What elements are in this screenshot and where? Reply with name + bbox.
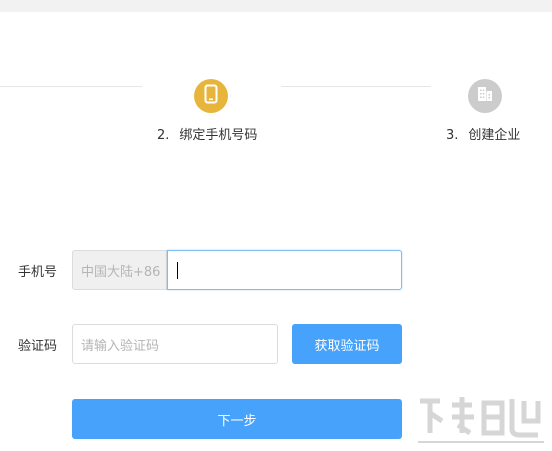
code-label: 验证码 — [18, 339, 58, 354]
building-icon — [476, 85, 494, 107]
phone-prefix-select[interactable]: 中国大陆+86 — [72, 250, 167, 290]
text-caret — [177, 262, 178, 279]
step-connector-middle — [281, 86, 431, 87]
step-3-text: 创建企业 — [468, 128, 521, 143]
top-bar — [0, 0, 552, 12]
get-code-button[interactable]: 获取验证码 — [292, 324, 402, 364]
step-3-label: 3. 创建企业 — [446, 124, 520, 143]
phone-icon — [204, 84, 218, 108]
phone-input[interactable] — [167, 250, 402, 290]
step-connector-left — [0, 86, 142, 87]
step-3-indicator — [468, 79, 502, 113]
phone-label: 手机号 — [18, 265, 58, 280]
step-2-number: 2. — [157, 128, 170, 143]
next-button[interactable]: 下一步 — [72, 399, 402, 439]
step-2-text: 绑定手机号码 — [179, 128, 258, 143]
step-2-indicator — [194, 79, 228, 113]
step-3-number: 3. — [446, 128, 459, 143]
watermark-logo — [418, 397, 544, 443]
step-2-label: 2. 绑定手机号码 — [157, 124, 257, 143]
code-input[interactable]: 请输入验证码 — [72, 324, 278, 364]
